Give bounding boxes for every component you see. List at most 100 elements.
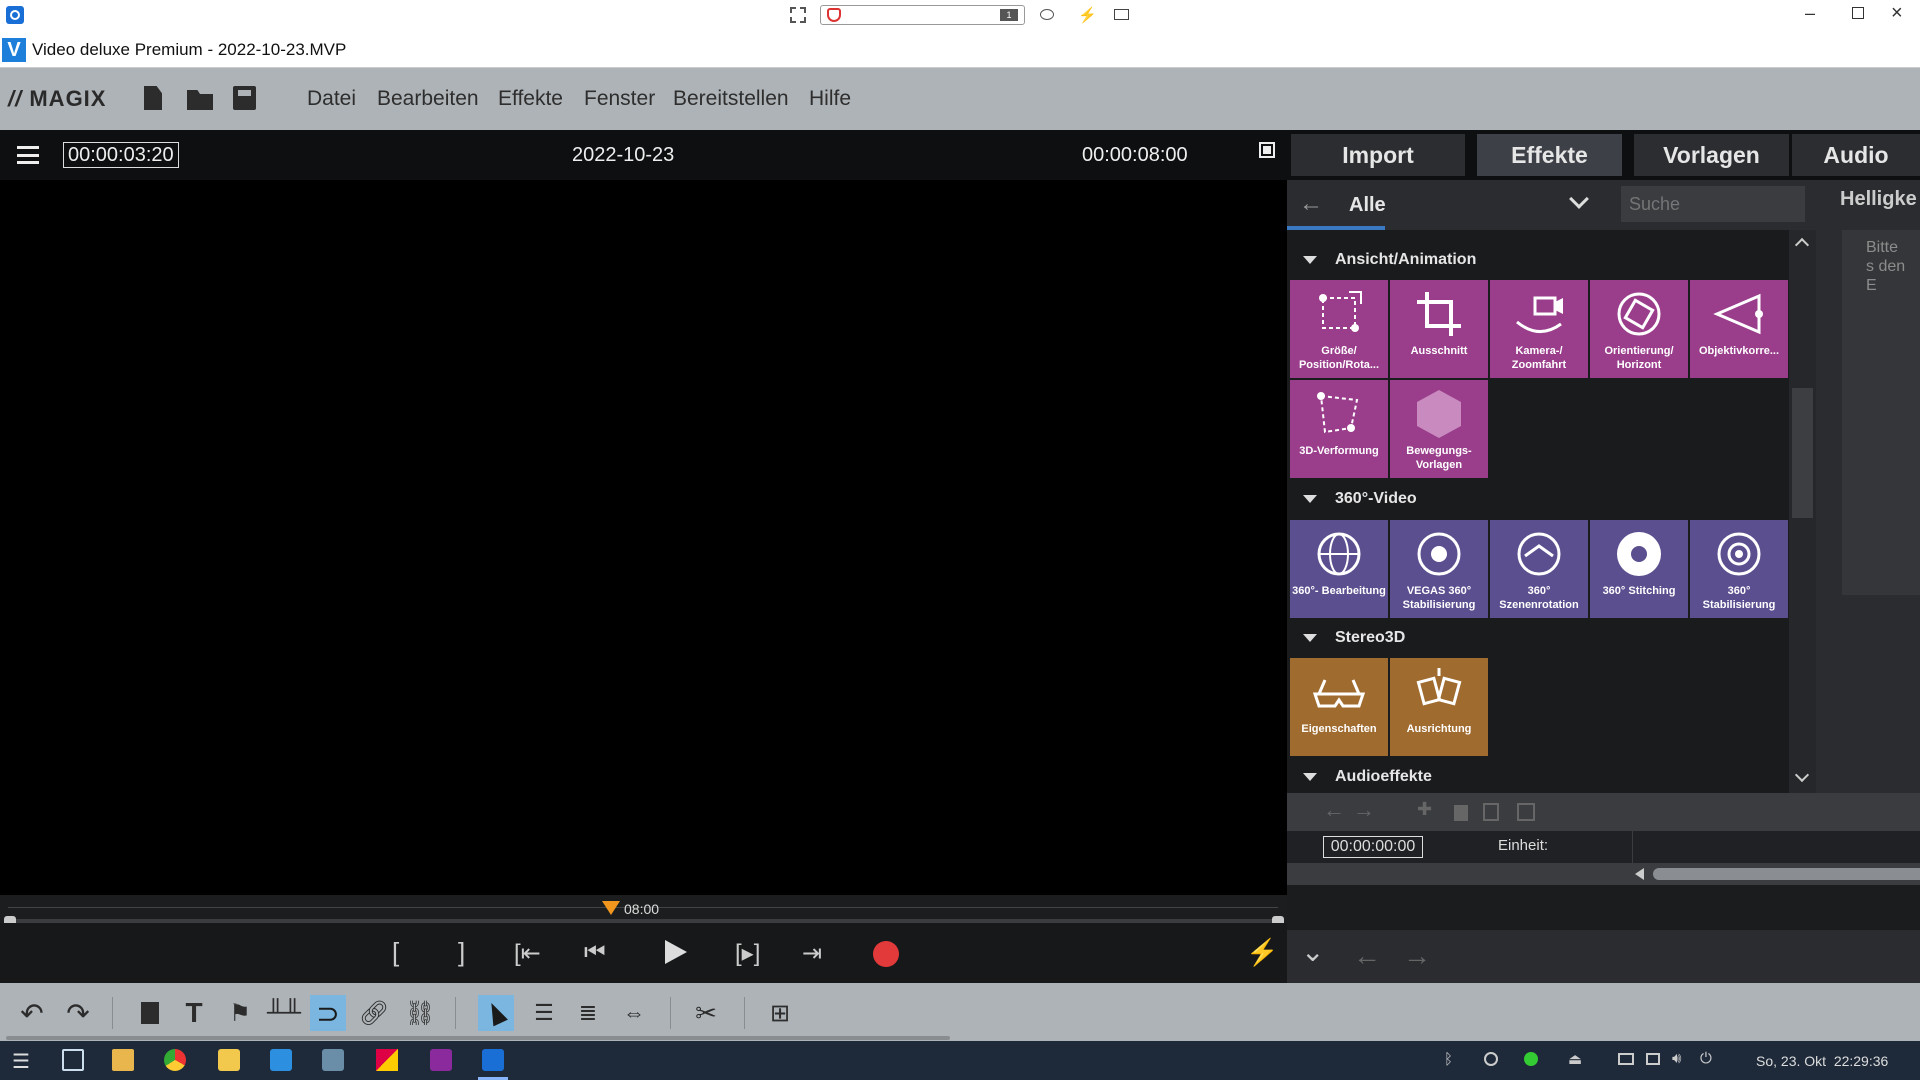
effect-tile-ausrichtung[interactable]: Ausrichtung: [1390, 658, 1488, 756]
collapse-triangle-icon[interactable]: [1303, 256, 1317, 264]
chevron-down-icon[interactable]: [1569, 189, 1589, 209]
go-to-end-icon[interactable]: ⇥: [802, 939, 822, 968]
scroll-up-icon[interactable]: [1794, 237, 1810, 253]
current-timecode[interactable]: 00:00:03:20: [63, 142, 179, 168]
tab-effekte[interactable]: Effekte: [1477, 134, 1622, 176]
scroll-left-icon[interactable]: [1635, 868, 1644, 880]
scissors-icon[interactable]: ✂: [688, 995, 724, 1031]
section-header[interactable]: Audioeffekte: [1287, 761, 1789, 793]
undo-icon[interactable]: ↶: [14, 995, 50, 1031]
keyframe-scroll[interactable]: [1287, 863, 1920, 885]
delete-icon[interactable]: [132, 995, 168, 1031]
flash-icon[interactable]: ⚡: [1246, 937, 1278, 968]
nav-forward-icon[interactable]: →: [1403, 940, 1431, 972]
start-menu-icon[interactable]: ☰: [12, 1049, 34, 1073]
track-select-icon[interactable]: ≣: [570, 995, 606, 1031]
address-box[interactable]: 1: [820, 5, 1025, 25]
effect-tile-360-szenenrotation[interactable]: 360° Szenenrotation: [1490, 520, 1588, 618]
file-explorer-icon[interactable]: [112, 1049, 134, 1071]
minimize-button[interactable]: –: [1805, 3, 1815, 24]
task-view-icon[interactable]: [62, 1049, 84, 1071]
volume-icon[interactable]: 🔊︎: [1672, 1050, 1681, 1067]
menu-hilfe[interactable]: Hilfe: [809, 87, 851, 111]
menu-datei[interactable]: Datei: [307, 87, 356, 111]
maximize-preview-icon[interactable]: [1259, 142, 1275, 158]
hamburger-icon[interactable]: [17, 146, 39, 164]
menu-fenster[interactable]: Fenster: [584, 87, 655, 111]
effect-tile-groesse[interactable]: Größe/ Position/Rota...: [1290, 280, 1388, 378]
unlink-icon[interactable]: ⛓︎: [402, 995, 438, 1031]
magnet-icon[interactable]: ⊃: [310, 995, 346, 1031]
effect-tile-objektiv[interactable]: Objektivkorre...: [1690, 280, 1788, 378]
open-folder-icon[interactable]: [187, 90, 213, 110]
play-selection-icon[interactable]: [▸]: [735, 939, 760, 968]
effects-scrollbar[interactable]: [1789, 230, 1816, 793]
clock[interactable]: So, 23. Okt 22:29:36: [1756, 1053, 1888, 1069]
store-icon[interactable]: [270, 1049, 292, 1071]
paste-keyframe-icon[interactable]: [1517, 803, 1535, 821]
marker-flag-icon[interactable]: ⚑: [222, 995, 258, 1031]
paint-icon[interactable]: [376, 1049, 398, 1071]
chrome-icon[interactable]: [164, 1049, 186, 1071]
record-icon[interactable]: [873, 941, 899, 967]
redo-arrow-icon[interactable]: →: [1353, 797, 1375, 823]
playhead-marker-icon[interactable]: [602, 901, 620, 915]
nav-back-icon[interactable]: ←: [1353, 940, 1381, 972]
maximize-button[interactable]: [1852, 7, 1864, 19]
effect-tile-orientierung[interactable]: Orientierung/ Horizont: [1590, 280, 1688, 378]
new-file-icon[interactable]: [144, 86, 162, 110]
fullscreen-icon[interactable]: [790, 7, 806, 23]
menu-effekte[interactable]: Effekte: [498, 87, 563, 111]
redo-icon[interactable]: ↷: [60, 995, 96, 1031]
mark-out-button[interactable]: ]: [458, 937, 465, 968]
multi-track-icon[interactable]: ☰: [526, 995, 562, 1031]
tab-audio[interactable]: Audio: [1792, 134, 1920, 176]
stretch-icon[interactable]: ⇔: [616, 995, 652, 1031]
title-icon[interactable]: T: [176, 995, 212, 1031]
effect-tile-ausschnitt[interactable]: Ausschnitt: [1390, 280, 1488, 378]
collapse-triangle-icon[interactable]: [1303, 495, 1317, 503]
effect-tile-360-stabilisierung[interactable]: 360° Stabilisierung: [1690, 520, 1788, 618]
effect-tile-bewegungs-vorlagen[interactable]: Bewegungs- Vorlagen: [1390, 380, 1488, 478]
tab-vorlagen[interactable]: Vorlagen: [1634, 134, 1789, 176]
effect-tile-vegas-360[interactable]: VEGAS 360° Stabilisierung: [1390, 520, 1488, 618]
menu-bearbeiten[interactable]: Bearbeiten: [377, 87, 479, 111]
category-select-value[interactable]: Alle: [1349, 194, 1386, 217]
close-button[interactable]: ×: [1891, 2, 1903, 25]
video-app-icon[interactable]: [430, 1049, 452, 1071]
effect-tile-3d-verformung[interactable]: 3D-Verformung: [1290, 380, 1388, 478]
insert-mode-icon[interactable]: ⊞: [762, 995, 798, 1031]
effect-tile-360-bearbeitung[interactable]: 360°- Bearbeitung: [1290, 520, 1388, 618]
save-icon[interactable]: [233, 86, 256, 110]
go-to-in-icon[interactable]: [⇤: [514, 939, 541, 968]
collapse-triangle-icon[interactable]: [1303, 634, 1317, 642]
effect-tile-eigenschaften[interactable]: Eigenschaften: [1290, 658, 1388, 756]
tab-import[interactable]: Import: [1291, 134, 1465, 176]
mixer-icon[interactable]: ╨╨: [266, 995, 302, 1031]
power-icon[interactable]: ⏻: [1700, 1050, 1712, 1067]
notes-icon[interactable]: [218, 1049, 240, 1071]
pointer-icon[interactable]: [478, 995, 514, 1031]
bluetooth-icon[interactable]: ᛒ: [1444, 1051, 1453, 1068]
effect-tile-kamera[interactable]: Kamera-/ Zoomfahrt: [1490, 280, 1588, 378]
menu-bereitstellen[interactable]: Bereitstellen: [673, 87, 789, 111]
keyframe-timecode[interactable]: 00:00:00:00: [1323, 836, 1423, 858]
network-icon[interactable]: [1618, 1053, 1634, 1065]
display-icon[interactable]: [1646, 1053, 1660, 1065]
bolt-icon[interactable]: ⚡: [1078, 6, 1097, 24]
photos-icon[interactable]: [322, 1049, 344, 1071]
copy-keyframe-icon[interactable]: [1483, 803, 1499, 821]
video-preview[interactable]: [0, 180, 1287, 895]
section-header[interactable]: Stereo3D: [1287, 622, 1789, 654]
collapse-triangle-icon[interactable]: [1303, 773, 1317, 781]
toolbar-scroll[interactable]: [6, 1036, 950, 1040]
effect-tile-360-stitching[interactable]: 360° Stitching: [1590, 520, 1688, 618]
eject-icon[interactable]: ⏏: [1568, 1050, 1582, 1068]
active-app-icon[interactable]: [482, 1049, 504, 1071]
link-icon[interactable]: 🔗︎: [356, 995, 392, 1031]
mark-in-button[interactable]: [: [392, 937, 399, 968]
keyframe-scroll-thumb[interactable]: [1653, 868, 1920, 880]
monitor-icon[interactable]: [1114, 9, 1129, 20]
sync-icon[interactable]: [1484, 1052, 1498, 1066]
security-check-icon[interactable]: [1524, 1052, 1538, 1066]
